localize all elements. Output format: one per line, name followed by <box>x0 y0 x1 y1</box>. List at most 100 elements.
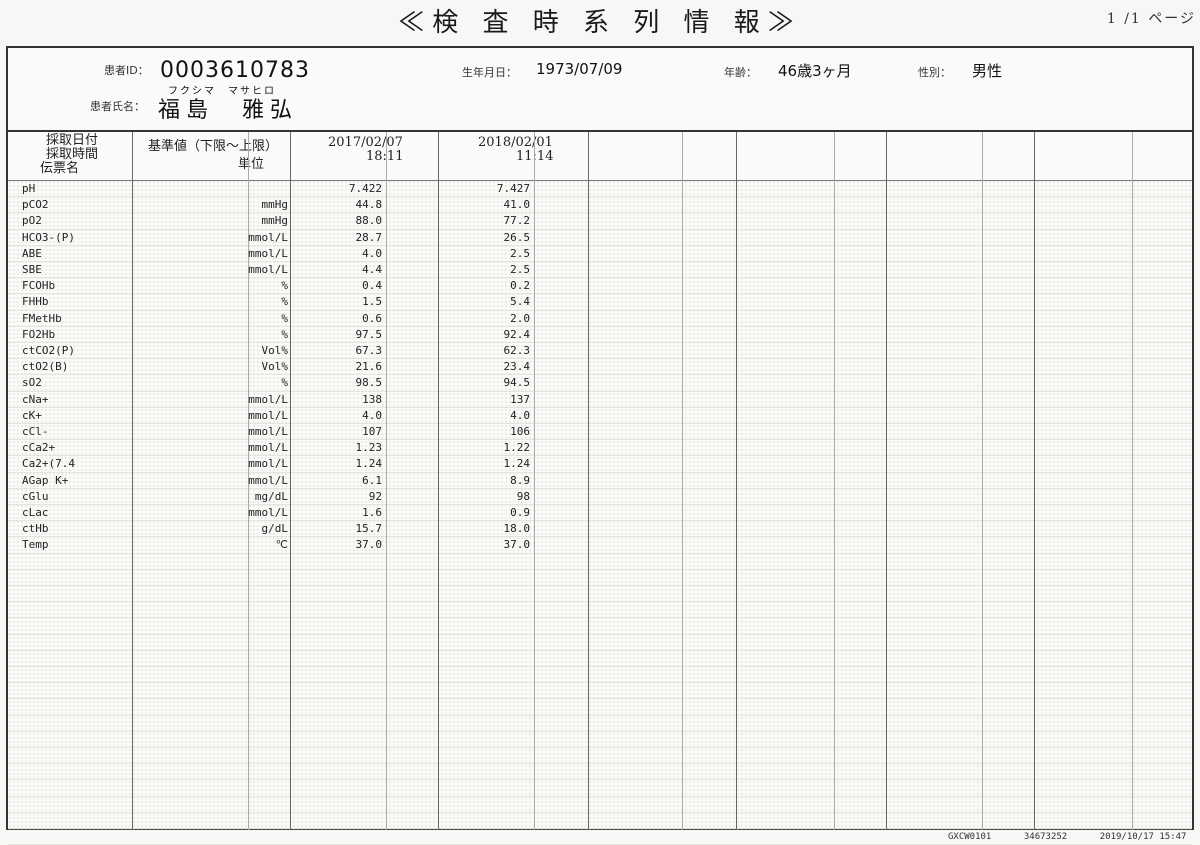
result-value-2: 23.4 <box>503 360 531 374</box>
header-sample-time: 採取時間 <box>46 147 99 162</box>
sex-label: 性別： <box>918 66 951 79</box>
test-unit: mmHg <box>261 214 289 228</box>
result-value-1: 98.5 <box>355 376 383 390</box>
column-divider <box>834 132 835 830</box>
result-value-2: 5.4 <box>510 295 530 309</box>
result-value-1: 4.0 <box>362 408 382 422</box>
result-value-2: 106 <box>510 425 530 438</box>
result-value-1: 21.6 <box>355 360 383 374</box>
patient-id: 0003610783 <box>160 58 310 83</box>
result-value-1: 37.0 <box>355 538 383 552</box>
result-value-2: 4.0 <box>510 408 530 422</box>
test-unit: ℃ <box>275 538 288 552</box>
test-name: cCa2+ <box>22 441 56 455</box>
footer: GXCW0101 34673252 2019/10/17 15:47 <box>948 832 1186 842</box>
test-name: pO2 <box>22 214 42 228</box>
result-value-1: 1.23 <box>355 441 383 455</box>
row-separator <box>8 277 1192 279</box>
report-frame: 患者ID： 0003610783 患者氏名： フクシマ マサヒロ 福島 雅弘 生… <box>6 46 1194 845</box>
row-separator <box>8 455 1192 457</box>
result-value-1: 4.0 <box>362 246 382 260</box>
column-divider <box>534 132 535 830</box>
result-value-2: 37.0 <box>503 538 531 552</box>
column-divider <box>386 132 387 830</box>
row-separator <box>8 342 1192 343</box>
result-value-1: 67.3 <box>355 344 383 357</box>
result-value-1: 88.0 <box>355 214 383 228</box>
result-value-2: 92.4 <box>503 327 531 341</box>
column-divider <box>1132 132 1133 830</box>
row-separator <box>8 374 1192 376</box>
result-value-1: 15.7 <box>355 522 383 536</box>
column-divider <box>1034 132 1035 830</box>
test-unit: mmHg <box>261 198 289 212</box>
column-divider <box>736 132 737 830</box>
row-separator <box>8 293 1192 295</box>
row-separator <box>8 520 1192 522</box>
test-name: cNa+ <box>22 392 49 406</box>
row-separator <box>8 309 1192 311</box>
row-separator <box>8 244 1192 246</box>
test-name: ABE <box>22 246 42 260</box>
row-separator <box>8 682 1192 684</box>
result-value-2: 2.5 <box>510 263 530 276</box>
result-value-1: 107 <box>362 425 382 438</box>
footer-code: GXCW0101 <box>948 832 992 842</box>
test-unit: g/dL <box>261 522 289 536</box>
test-unit: mmol/L <box>248 473 288 487</box>
test-unit: mmol/L <box>248 506 288 519</box>
result-value-2: 137 <box>510 392 530 406</box>
header-date-2: 2018/02/01 <box>478 135 553 150</box>
result-value-1: 6.1 <box>362 473 382 487</box>
table-header: 採取日付 採取時間 伝票名 基準値（下限～上限） 単位 2017/02/07 1… <box>8 132 1192 181</box>
header-unit: 単位 <box>238 157 265 172</box>
dob-value: 1973/07/09 <box>536 60 623 78</box>
result-value-2: 62.3 <box>503 344 531 357</box>
row-separator <box>8 423 1192 424</box>
row-separator <box>8 649 1192 651</box>
row-separator <box>8 487 1192 489</box>
header-reference-range: 基準値（下限～上限） <box>148 139 279 154</box>
result-value-1: 0.4 <box>362 279 382 293</box>
row-separator <box>8 601 1192 603</box>
results-table: 採取日付 採取時間 伝票名 基準値（下限～上限） 単位 2017/02/07 1… <box>8 130 1192 845</box>
row-separator <box>8 552 1192 554</box>
test-unit: mmol/L <box>248 408 288 422</box>
test-name: SBE <box>22 263 42 276</box>
result-value-1: 1.24 <box>355 457 383 471</box>
row-separator <box>8 633 1192 635</box>
test-name: FHHb <box>22 295 49 309</box>
column-divider <box>132 132 133 830</box>
result-value-1: 1.6 <box>362 506 382 519</box>
result-value-2: 2.0 <box>510 311 530 325</box>
result-value-1: 7.422 <box>348 182 382 195</box>
column-divider <box>982 132 983 830</box>
test-name: AGap K+ <box>22 473 69 487</box>
test-name: cGlu <box>22 489 49 503</box>
row-separator <box>8 196 1192 198</box>
result-value-1: 28.7 <box>355 230 383 244</box>
result-value-2: 7.427 <box>496 182 530 195</box>
test-unit: mg/dL <box>254 489 288 503</box>
row-separator <box>8 730 1192 732</box>
header-sample-date: 採取日付 <box>46 133 99 148</box>
test-name: Ca2+(7.4 <box>22 457 75 471</box>
column-divider <box>588 132 589 830</box>
result-value-2: 94.5 <box>503 376 531 390</box>
result-value-1: 44.8 <box>355 198 383 212</box>
result-value-2: 2.5 <box>510 246 530 260</box>
patient-name: 福島 雅弘 <box>158 98 299 123</box>
test-name: FMetHb <box>22 311 62 325</box>
report-title: ≪検 査 時 系 列 情 報≫ <box>398 8 802 38</box>
test-unit: Vol% <box>261 344 289 357</box>
test-unit: mmol/L <box>248 392 288 406</box>
result-value-2: 41.0 <box>503 198 531 212</box>
row-separator <box>8 228 1192 230</box>
test-unit: mmol/L <box>248 425 288 438</box>
test-unit: % <box>281 376 288 390</box>
row-separator <box>8 763 1192 765</box>
result-value-1: 97.5 <box>355 327 383 341</box>
result-value-1: 92 <box>368 489 382 503</box>
row-separator <box>8 666 1192 667</box>
row-separator <box>8 714 1192 716</box>
